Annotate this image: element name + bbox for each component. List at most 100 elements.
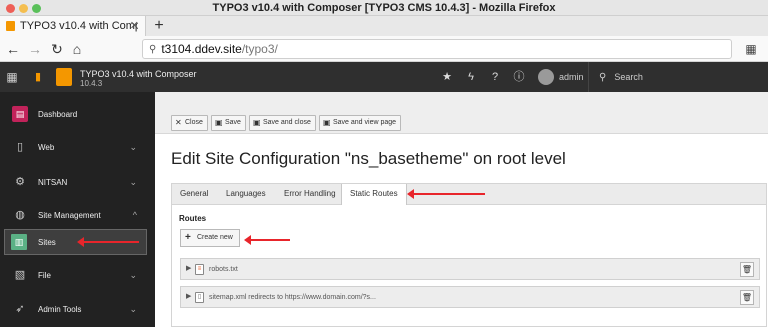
sidebar-item-site-management[interactable]: ◍ Site Management ^ [0,200,155,230]
home-button[interactable]: ⌂ [68,40,86,58]
module-menu-toggle-icon[interactable]: ▦ [0,62,24,92]
trash-icon[interactable]: 🗑 [740,290,754,305]
tab-general[interactable]: General [172,184,216,204]
save-and-view-button[interactable]: ▣ Save and view page [319,115,402,131]
help-icon[interactable]: ? [485,62,505,92]
tab-static-routes[interactable]: Static Routes [341,184,407,205]
sidebar-item-label: Web [38,142,55,152]
chevron-down-icon: ⌄ [129,303,137,314]
route-row[interactable]: ▶ ≡ robots.txt 🗑 [180,258,760,280]
sidebar-item-label: Dashboard [38,109,78,119]
save-icon: ▣ [215,118,223,127]
forward-button[interactable]: → [26,40,44,58]
trash-icon[interactable]: 🗑 [740,262,754,277]
save-and-close-label: Save and close [263,119,311,126]
bookmarks-star-icon[interactable]: ★ [437,62,457,92]
expand-caret-icon[interactable]: ▶ [186,292,191,300]
browser-tab-bar: TYPO3 v10.4 with Compos ✕ + [0,16,768,36]
extensions-icon[interactable]: ▦ [744,42,758,56]
text-file-icon: ≡ [195,264,204,275]
rocket-icon: ➶ [15,303,25,315]
sites-icon: ▥ [11,234,27,250]
page-tree-toggle-icon[interactable]: ▮ [28,62,48,92]
zoom-window-icon[interactable] [32,4,41,13]
minimize-window-icon[interactable] [19,4,28,13]
route-label: sitemap.xml redirects to https://www.dom… [209,294,376,301]
url-host: t3104.ddev.site [161,42,242,56]
create-new-button[interactable]: + Create new [180,229,240,247]
chevron-down-icon: ⌄ [129,269,137,280]
sidebar-item-nitsan[interactable]: ⚙ NITSAN ⌄ [0,167,155,197]
main-content: ✕ Close ▣ Save ▣ Save and close ▣ Save a… [155,92,768,327]
window-titlebar: TYPO3 v10.4 with Composer [TYPO3 CMS 10.… [0,0,768,16]
sidebar-item-label: NITSAN [38,177,68,187]
sidebar-item-file[interactable]: ▧ File ⌄ [0,260,155,290]
site-version: 10.4.3 [80,79,103,88]
sidebar-item-dashboard[interactable]: ▤ Dashboard [0,99,155,129]
save-close-icon: ▣ [253,118,261,127]
sidebar-item-label: Admin Tools [38,304,82,314]
typo3-logo[interactable] [56,68,72,86]
sidebar-item-label: File [38,270,51,280]
chevron-up-icon: ^ [132,210,137,220]
image-icon: ▧ [14,269,26,281]
browser-navbar: ← → ↻ ⌂ ⚲ t3104.ddev.site /typo3/ ▦ [0,36,768,62]
plus-icon: + [185,232,191,243]
expand-caret-icon[interactable]: ▶ [186,264,191,272]
create-new-label: Create new [197,234,233,241]
static-routes-panel: Routes + Create new ▶ ≡ robots.txt 🗑 ▶ ▯… [171,205,767,327]
save-view-icon: ▣ [323,118,331,127]
save-button-label: Save [225,119,241,126]
tab-close-icon[interactable]: ✕ [130,19,139,32]
close-icon: ✕ [175,118,182,127]
browser-tab-title: TYPO3 v10.4 with Compos [20,20,138,32]
gear-icon: ⚙ [15,176,25,188]
document-icon: ▯ [16,141,24,153]
sidebar-item-admin-tools[interactable]: ➶ Admin Tools ⌄ [0,294,155,324]
username[interactable]: admin [559,62,584,92]
dashboard-icon: ▤ [12,106,28,122]
typo3-topbar: ▦ ▮ TYPO3 v10.4 with Composer 10.4.3 ★ ϟ… [0,62,768,92]
route-row[interactable]: ▶ ▯ sitemap.xml redirects to https://www… [180,286,760,308]
site-name: TYPO3 v10.4 with Composer 10.4.3 [80,69,197,89]
close-button[interactable]: ✕ Close [171,115,208,131]
save-and-view-label: Save and view page [333,119,397,126]
module-sidebar: ▤ Dashboard ▯ Web ⌄ ⚙ NITSAN ⌄ ◍ Site Ma… [0,92,155,327]
search-icon: ⚲ [599,71,607,83]
site-name-label: TYPO3 v10.4 with Composer [80,69,197,79]
chevron-down-icon: ⌄ [129,176,137,187]
typo3-favicon-icon [6,21,15,31]
sidebar-item-label: Site Management [38,210,101,220]
annotation-arrow-create-new [244,235,290,245]
search-field[interactable]: ⚲ Search [588,62,768,92]
site-info-icon[interactable]: ⚲ [149,44,156,55]
tab-languages[interactable]: Languages [218,184,274,204]
chevron-down-icon: ⌄ [129,141,137,152]
reload-button[interactable]: ↻ [48,40,66,58]
url-path: /typo3/ [241,42,278,56]
system-info-icon[interactable]: ⓘ [509,62,529,92]
section-title: Routes [179,214,207,223]
doc-header-toolbar: ✕ Close ▣ Save ▣ Save and close ▣ Save a… [155,92,768,134]
save-button[interactable]: ▣ Save [211,115,246,131]
back-button[interactable]: ← [4,40,22,58]
avatar[interactable] [538,69,554,85]
tab-error-handling[interactable]: Error Handling [276,184,344,204]
search-label: Search [614,72,643,82]
flash-cache-icon[interactable]: ϟ [461,62,481,92]
annotation-arrow-sites [77,237,139,247]
sidebar-item-label: Sites [38,237,56,247]
route-label: robots.txt [209,266,238,273]
url-bar[interactable]: ⚲ t3104.ddev.site /typo3/ [142,39,732,59]
browser-tab[interactable]: TYPO3 v10.4 with Compos ✕ [0,16,146,36]
annotation-arrow-static-routes [407,189,485,199]
close-button-label: Close [185,119,203,126]
save-and-close-button[interactable]: ▣ Save and close [249,115,316,131]
close-window-icon[interactable] [6,4,15,13]
sidebar-item-web[interactable]: ▯ Web ⌄ [0,132,155,162]
window-title: TYPO3 v10.4 with Composer [TYPO3 CMS 10.… [212,2,556,14]
new-tab-button[interactable]: + [150,16,168,36]
file-icon: ▯ [195,292,204,303]
page-title: Edit Site Configuration "ns_basetheme" o… [171,149,566,168]
globe-icon: ◍ [15,209,25,221]
